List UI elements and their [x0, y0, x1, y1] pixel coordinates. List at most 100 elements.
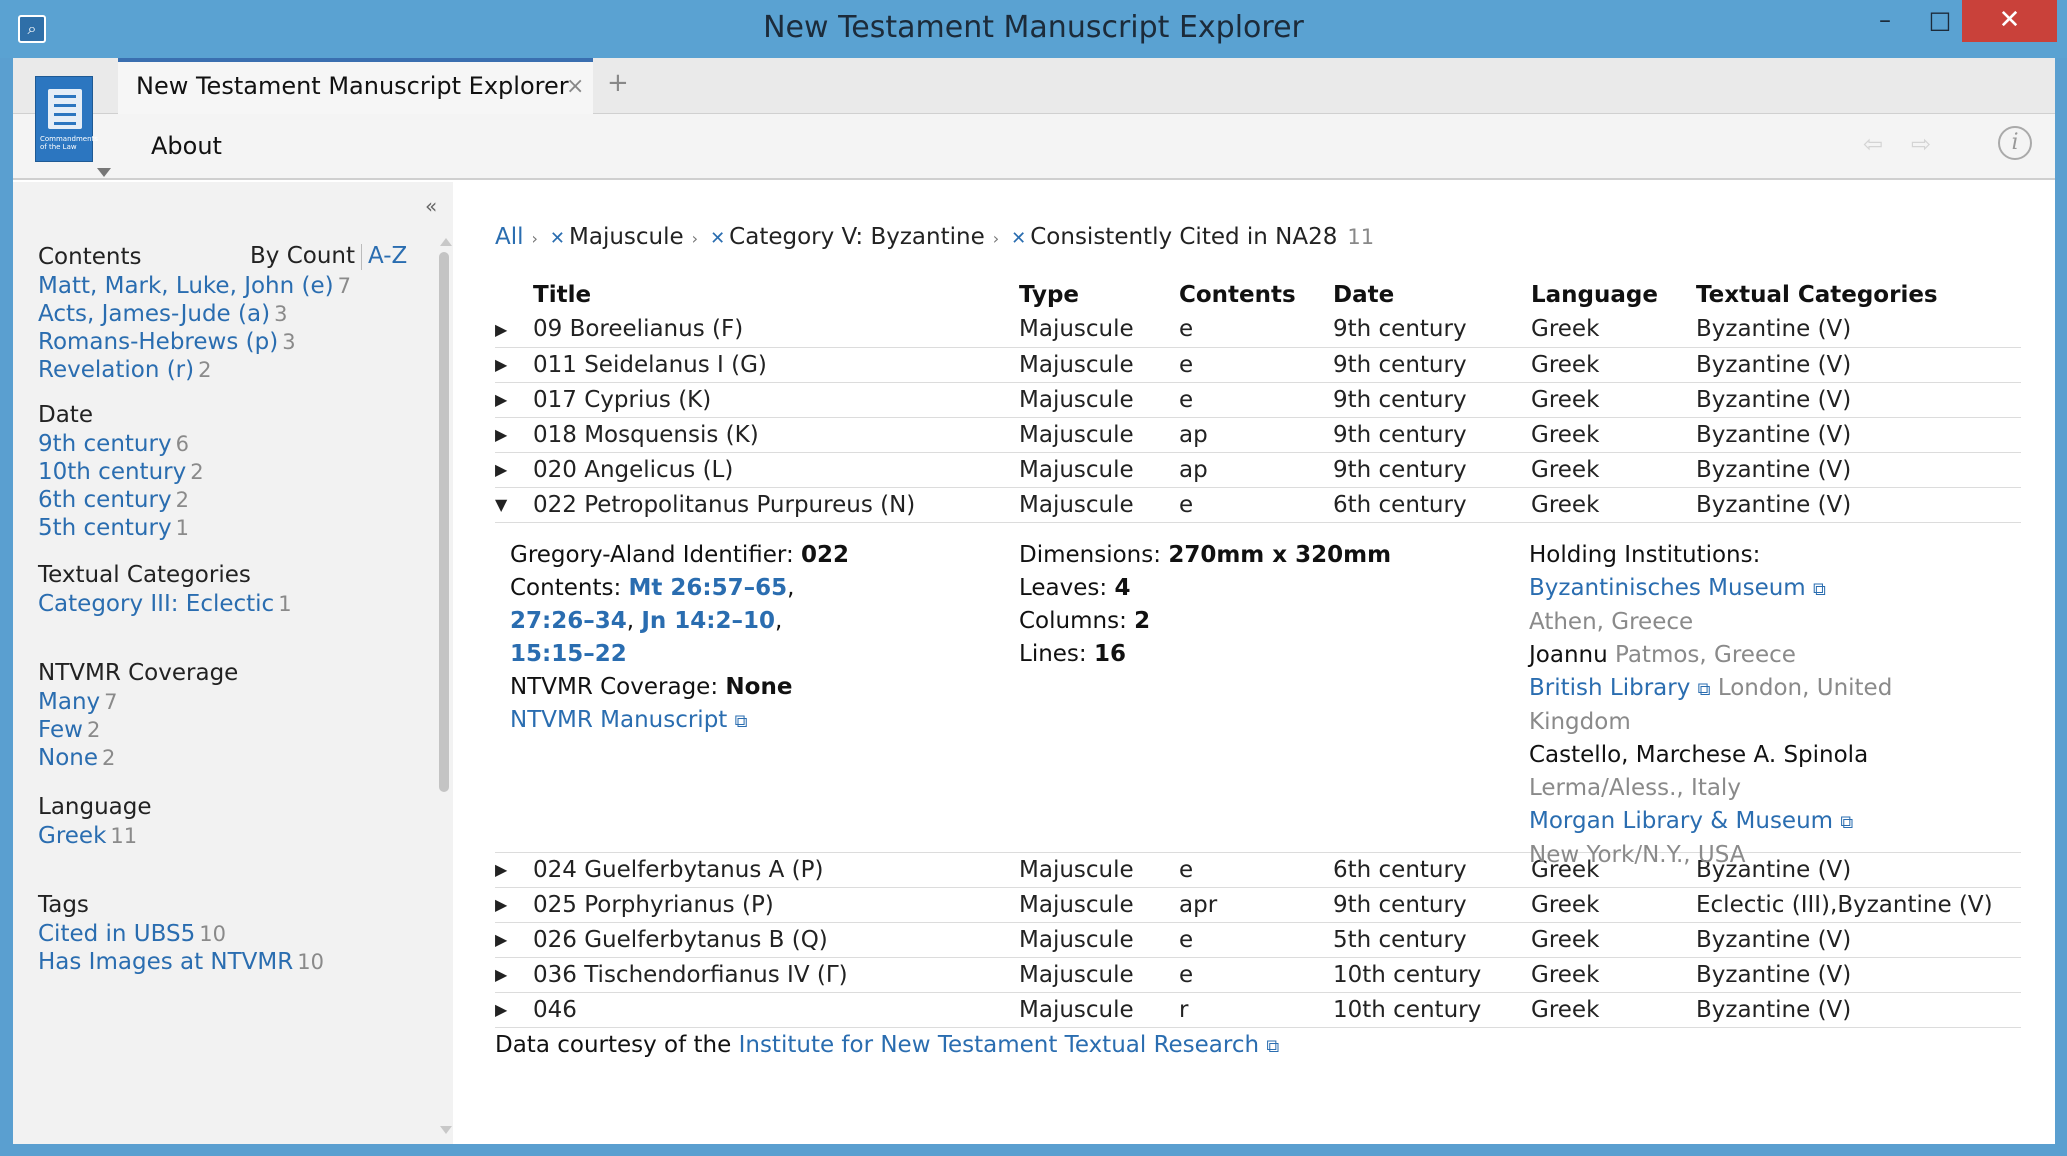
remove-filter-icon[interactable]: ✕ [1011, 228, 1026, 249]
facet-sidebar: « By Count A-Z Contents Matt, Mark, Luke,… [13, 182, 453, 1144]
facet-heading: Date [38, 402, 93, 428]
cell-contents: e [1179, 957, 1333, 993]
institution-item: Byzantinisches Museum ⧉ Athen, Greece [1529, 574, 1826, 635]
tab-strip: New Testament Manuscript Explorer × + [13, 58, 2055, 114]
facet-item[interactable]: Category III: Eclectic 1 [38, 586, 292, 623]
table-row[interactable]: ▶ 036 Tischendorfianus IV (Γ) Majuscule e 10… [495, 957, 2021, 993]
external-link-icon[interactable]: ⧉ [1698, 679, 1711, 700]
cell-type: Majuscule [1019, 487, 1179, 523]
facet-item[interactable]: Greek 11 [38, 818, 152, 855]
manuscript-detail: Gregory-Aland Identifier: 022 Contents: … [495, 523, 2021, 868]
cell-language: Greek [1531, 957, 1696, 993]
table-row[interactable]: ▶ 011 Seidelanus I (G) Majuscule e 9th centu… [495, 347, 2021, 383]
chevron-right-icon: › [992, 229, 1000, 248]
intf-link[interactable]: Institute for New Testament Textual Rese… [739, 1032, 1259, 1058]
institution-link[interactable]: Byzantinisches Museum [1529, 575, 1806, 601]
scroll-down-icon[interactable] [440, 1126, 452, 1134]
table-row[interactable]: ▶ 020 Angelicus (L) Majuscule ap 9th century… [495, 452, 2021, 488]
tab-manuscript-explorer[interactable]: New Testament Manuscript Explorer × [118, 58, 593, 114]
sidebar-scrollbar[interactable] [439, 252, 449, 792]
column-header-date[interactable]: Date [1333, 278, 1531, 312]
column-header-title[interactable]: Title [533, 278, 1019, 312]
cell-type: Majuscule [1019, 452, 1179, 488]
table-row-expanded[interactable]: ▼ 022 Petropolitanus Purpureus (N) Majus… [495, 487, 2021, 523]
expand-triangle-icon[interactable]: ▶ [495, 417, 533, 453]
facet-item[interactable]: None 2 [38, 740, 238, 777]
remove-filter-icon[interactable]: ✕ [550, 228, 565, 249]
table-row[interactable]: ▶ 046 Majuscule r 10th century Greek Byzantine… [495, 992, 2021, 1028]
info-icon[interactable]: i [1998, 126, 2032, 160]
reference-link[interactable]: 27:26–34 [510, 608, 627, 634]
cell-contents: e [1179, 487, 1333, 523]
close-button[interactable]: ✕ [1962, 0, 2057, 42]
remove-filter-icon[interactable]: ✕ [710, 228, 725, 249]
expand-triangle-icon[interactable]: ▶ [495, 347, 533, 383]
detail-holding-institutions: Holding Institutions: Byzantinisches Mus… [1529, 539, 1899, 872]
column-header-contents[interactable]: Contents [1179, 278, 1333, 312]
facet-item[interactable]: 5th century 1 [38, 510, 204, 547]
cell-type: Majuscule [1019, 382, 1179, 418]
book-logo[interactable]: Commandments of the Law [35, 76, 98, 162]
reference-link[interactable]: 15:15–22 [510, 641, 627, 667]
reference-link[interactable]: Jn 14:2–10 [641, 608, 775, 634]
expand-triangle-icon[interactable]: ▶ [495, 992, 533, 1028]
table-row[interactable]: ▶ 017 Cyprius (K) Majuscule e 9th century Gre… [495, 382, 2021, 418]
facet-tags: Tags Cited in UBS5 10 Has Images at NTVMR… [38, 892, 324, 981]
result-count: 11 [1347, 225, 1375, 249]
reference-link[interactable]: Mt 26:57–65 [629, 575, 788, 601]
cell-textual-categories: Byzantine (V) [1696, 992, 2021, 1028]
column-header-type[interactable]: Type [1019, 278, 1179, 312]
collapse-sidebar-icon[interactable]: « [425, 194, 437, 218]
table-row[interactable]: ▶ 026 Guelferbytanus B (Q) Majuscule e 5th c… [495, 922, 2021, 958]
external-link-icon[interactable]: ⧉ [735, 711, 748, 732]
facet-heading: Contents [38, 244, 142, 270]
institution-item: Morgan Library & Museum ⧉ New York/N.Y.,… [1529, 807, 1854, 868]
maximize-button[interactable]: □ [1912, 0, 1968, 42]
expand-triangle-icon[interactable]: ▶ [495, 852, 533, 888]
cell-language: Greek [1531, 312, 1696, 348]
forward-arrow-icon[interactable]: ⇨ [1911, 130, 1931, 158]
external-link-icon[interactable]: ⧉ [1813, 579, 1826, 600]
minimize-button[interactable]: – [1857, 0, 1913, 42]
external-link-icon[interactable]: ⧉ [1266, 1036, 1279, 1057]
window-title: New Testament Manuscript Explorer [763, 10, 1304, 45]
expand-triangle-icon[interactable]: ▶ [495, 887, 533, 923]
main-content: All › ✕ Majuscule › ✕ Category V: Byzantine › ✕ C… [453, 182, 2055, 1144]
sort-a-z[interactable]: A-Z [368, 243, 407, 269]
table-row[interactable]: ▶ 025 Porphyrianus (P) Majuscule apr 9th cen… [495, 887, 2021, 923]
scroll-up-icon[interactable] [440, 238, 452, 246]
external-link-icon[interactable]: ⧉ [1840, 812, 1853, 833]
expand-triangle-icon[interactable]: ▶ [495, 922, 533, 958]
back-arrow-icon[interactable]: ⇦ [1863, 130, 1883, 158]
breadcrumb-all[interactable]: All [495, 224, 524, 250]
add-tab-button[interactable]: + [607, 68, 629, 98]
cell-title: 036 Tischendorfianus IV (Γ) [533, 957, 1019, 993]
cell-type: Majuscule [1019, 852, 1179, 888]
data-credit: Data courtesy of the Institute for New T… [495, 1032, 1280, 1058]
expand-triangle-icon[interactable]: ▶ [495, 452, 533, 488]
expand-triangle-icon[interactable]: ▶ [495, 312, 533, 348]
column-header-textual-categories[interactable]: Textual Categories [1696, 278, 2021, 312]
facet-item[interactable]: Revelation (r) 2 [38, 352, 351, 389]
tab-close-icon[interactable]: × [566, 74, 584, 99]
institution-link[interactable]: British Library [1529, 675, 1690, 701]
table-row[interactable]: ▶ 018 Mosquensis (K) Majuscule ap 9th centur… [495, 417, 2021, 453]
ntvmr-manuscript-link[interactable]: NTVMR Manuscript [510, 707, 727, 733]
cell-contents: ap [1179, 417, 1333, 453]
cell-contents: r [1179, 992, 1333, 1028]
collapse-triangle-icon[interactable]: ▼ [495, 487, 533, 523]
column-header-language[interactable]: Language [1531, 278, 1696, 312]
facet-item[interactable]: Has Images at NTVMR 10 [38, 944, 324, 981]
cell-date: 5th century [1333, 922, 1531, 958]
table-row[interactable]: ▶ 09 Boreelianus (F) Majuscule e 9th century… [495, 312, 2021, 348]
expand-triangle-icon[interactable]: ▶ [495, 382, 533, 418]
chevron-down-icon[interactable] [97, 168, 111, 177]
facet-heading: Language [38, 794, 152, 820]
institution-link[interactable]: Morgan Library & Museum [1529, 808, 1833, 834]
about-menu[interactable]: About [151, 132, 222, 160]
cell-date: 6th century [1333, 487, 1531, 523]
cell-type: Majuscule [1019, 312, 1179, 348]
expand-triangle-icon[interactable]: ▶ [495, 957, 533, 993]
cell-language: Greek [1531, 452, 1696, 488]
detail-identification: Gregory-Aland Identifier: 022 Contents: … [510, 541, 850, 733]
